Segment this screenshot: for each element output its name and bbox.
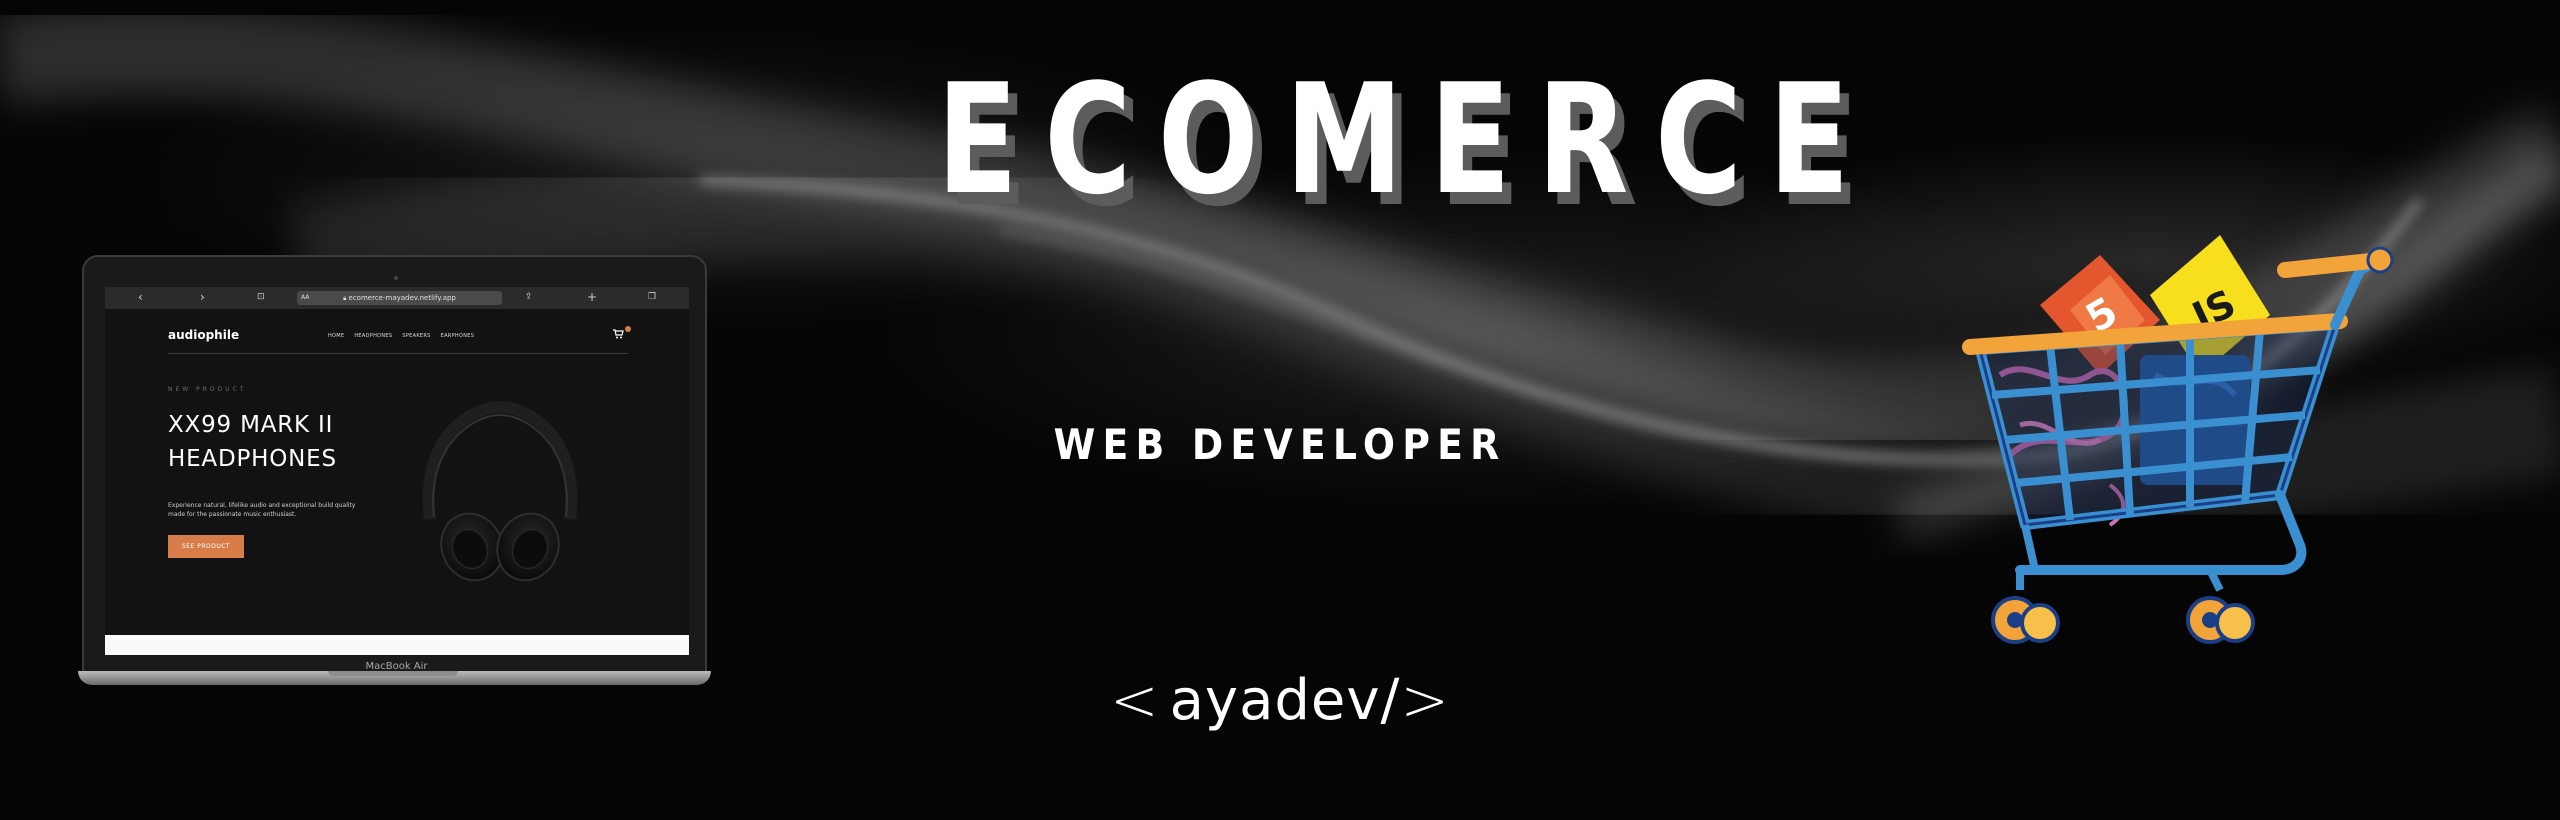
- shopping-cart-illustration: 5 JS: [1962, 235, 2394, 644]
- laptop-base: [78, 671, 711, 685]
- nav-earphones[interactable]: EARPHONES: [441, 333, 475, 339]
- cart-icon[interactable]: [613, 329, 624, 342]
- laptop-lid: ‹ › ⊡ AA 🔒︎ ecomerce-mayadev.netlify.app…: [82, 255, 707, 673]
- cart-wheel-left: [1991, 596, 2060, 644]
- eyebrow-text: NEW PRODUCT: [168, 386, 247, 393]
- tabs-icon[interactable]: ❐: [648, 292, 656, 302]
- lock-icon: 🔒︎: [343, 295, 347, 302]
- url-bar[interactable]: AA 🔒︎ ecomerce-mayadev.netlify.app: [297, 291, 502, 305]
- hero-title: XX99 MARK II HEADPHONES: [168, 408, 337, 476]
- plus-icon[interactable]: +: [587, 290, 597, 304]
- brand-right-angle: >: [1400, 666, 1450, 734]
- laptop-screen: ‹ › ⊡ AA 🔒︎ ecomerce-mayadev.netlify.app…: [105, 287, 689, 655]
- hero-title-line2: HEADPHONES: [168, 446, 337, 472]
- site-logo[interactable]: audiophile: [168, 328, 239, 342]
- nav-speakers[interactable]: SPEAKERS: [402, 333, 430, 339]
- see-product-button[interactable]: SEE PRODUCT: [168, 535, 244, 558]
- headphones-image: [422, 400, 578, 582]
- cart-wheel-right: [2186, 596, 2255, 644]
- subheadline: WEB DEVELOPER: [1053, 420, 1507, 469]
- cart-front-leg: [2021, 524, 2039, 571]
- url-text: ecomerce-mayadev.netlify.app: [348, 294, 456, 302]
- banner: ECOMERCE WEB DEVELOPER ‹ › ⊡ AA 🔒︎ ecome…: [0, 0, 2560, 820]
- cart-handle-grip: [2277, 252, 2388, 278]
- hero-title-line1: XX99 MARK II: [168, 412, 334, 438]
- book-icon[interactable]: ⊡: [257, 292, 265, 302]
- headline: ECOMERCE: [936, 51, 1877, 228]
- chevron-left-icon[interactable]: ‹: [138, 290, 143, 304]
- header-divider: [168, 353, 628, 354]
- cart-badge: [625, 326, 631, 332]
- website-preview: audiophile HOME HEADPHONES SPEAKERS EARP…: [105, 309, 689, 655]
- laptop-mockup: ‹ › ⊡ AA 🔒︎ ecomerce-mayadev.netlify.app…: [78, 255, 711, 685]
- brand-name: ayadev/: [1169, 667, 1401, 733]
- nav-home[interactable]: HOME: [328, 333, 344, 339]
- text-size-label[interactable]: AA: [301, 291, 309, 305]
- cart-handle-knob: [2366, 246, 2394, 274]
- camera-dot: [394, 276, 398, 280]
- hero-description: Experience natural, lifelike audio and e…: [168, 502, 356, 518]
- page-section-strip: [105, 635, 689, 655]
- chevron-right-icon[interactable]: ›: [200, 290, 205, 304]
- brand-left-angle: <: [1110, 666, 1160, 734]
- nav-headphones[interactable]: HEADPHONES: [354, 333, 392, 339]
- brand-logo: < ayadev/ >: [1110, 665, 1450, 735]
- laptop-notch: [328, 671, 458, 676]
- site-nav: HOME HEADPHONES SPEAKERS EARPHONES: [328, 333, 474, 339]
- share-icon[interactable]: ⇪: [525, 292, 533, 302]
- browser-toolbar: ‹ › ⊡ AA 🔒︎ ecomerce-mayadev.netlify.app…: [105, 287, 689, 309]
